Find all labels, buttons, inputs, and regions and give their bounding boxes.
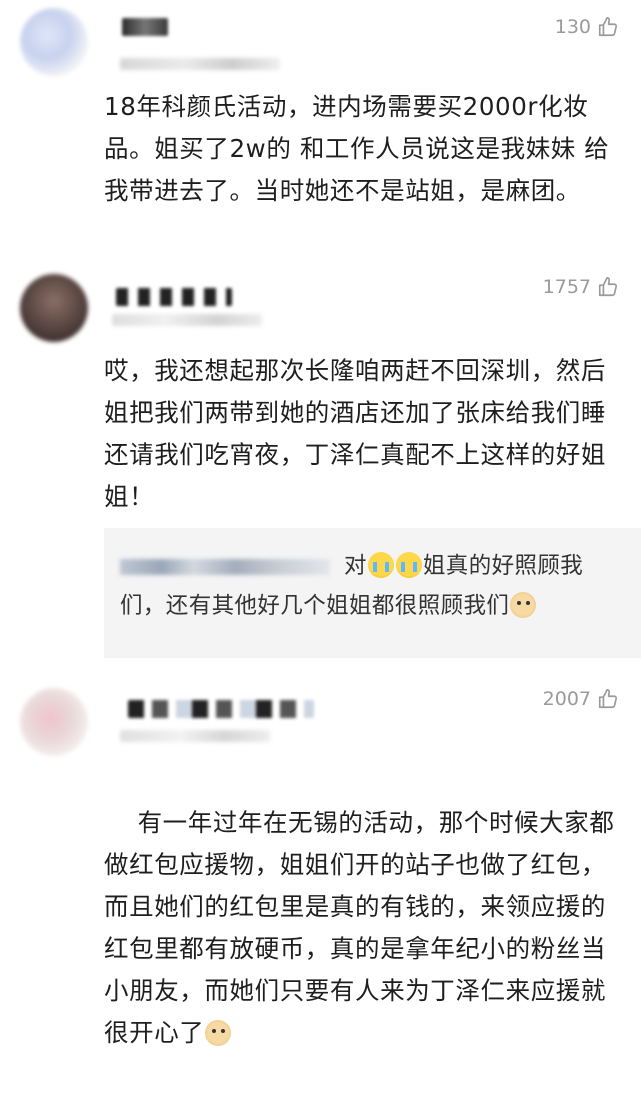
- comment-meta: [120, 730, 270, 742]
- comment-2: 1757 哎，我还想起那次长隆咱两赶不回深圳，然后姐把我们两带到她的酒店还加了张…: [0, 262, 641, 682]
- reply-username[interactable]: [120, 558, 330, 575]
- comment-meta: [120, 58, 280, 70]
- like-count: 2007: [542, 688, 591, 710]
- reply-prefix: 对: [344, 553, 367, 579]
- username[interactable]: [116, 288, 232, 306]
- like-count: 130: [554, 16, 591, 38]
- comment-text: 18年科颜氏活动，进内场需要买2000r化妆品。姐买了2w的 和工作人员说这是我…: [104, 92, 610, 205]
- avatar[interactable]: [20, 274, 88, 342]
- username[interactable]: [122, 18, 168, 36]
- crying-face-emoji: [367, 552, 394, 578]
- comment-3: 2007 有一年过年在无锡的活动，那个时候大家都做红包应援物，姐姐们开的站子也做…: [0, 676, 641, 1047]
- comment-1: 130 18年科颜氏活动，进内场需要买2000r化妆品。姐买了2w的 和工作人员…: [0, 0, 641, 270]
- like-button[interactable]: 2007: [543, 688, 619, 710]
- comment-meta: [112, 314, 262, 326]
- username[interactable]: [128, 700, 314, 718]
- dog-face-emoji: [205, 1020, 232, 1046]
- thumbs-up-icon: [598, 277, 618, 297]
- reply-box[interactable]: 对姐真的好照顾我们，还有其他好几个姐姐都很照顾我们: [104, 528, 641, 658]
- dog-face-emoji: [510, 592, 537, 618]
- like-button[interactable]: 1757: [543, 276, 619, 298]
- avatar[interactable]: [20, 8, 88, 76]
- comment-text-body: 有一年过年在无锡的活动，那个时候大家都做红包应援物，姐姐们开的站子也做了红包，而…: [104, 808, 615, 1047]
- crying-face-emoji: [395, 552, 422, 578]
- thumbs-up-icon: [598, 17, 618, 37]
- avatar[interactable]: [20, 688, 88, 756]
- like-count: 1757: [542, 276, 591, 298]
- comment-text: 哎，我还想起那次长隆咱两赶不回深圳，然后姐把我们两带到她的酒店还加了张床给我们睡…: [104, 356, 606, 511]
- reply-text: 对姐真的好照顾我们，还有其他好几个姐姐都很照顾我们: [120, 546, 625, 626]
- comment-text: 有一年过年在无锡的活动，那个时候大家都做红包应援物，姐姐们开的站子也做了红包，而…: [104, 760, 624, 1096]
- like-button[interactable]: 130: [555, 16, 619, 38]
- thumbs-up-icon: [598, 689, 618, 709]
